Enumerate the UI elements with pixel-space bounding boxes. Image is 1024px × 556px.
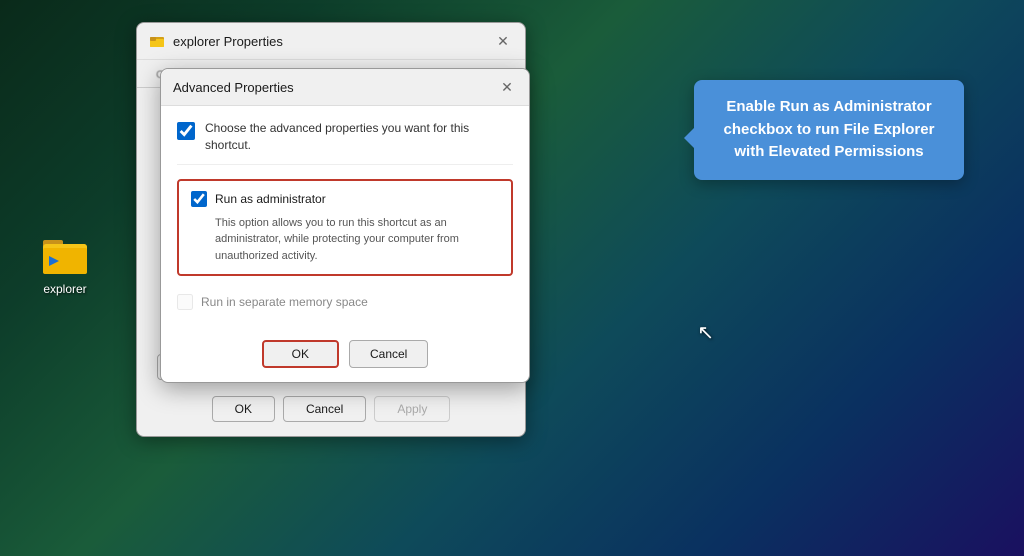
explorer-footer-buttons: OK Cancel Apply <box>137 386 525 436</box>
advanced-info-text: Choose the advanced properties you want … <box>205 120 513 154</box>
memory-space-checkbox[interactable] <box>177 294 193 310</box>
explorer-window-title: explorer Properties <box>173 34 485 49</box>
run-as-admin-box: Run as administrator This option allows … <box>177 179 513 277</box>
memory-space-label: Run in separate memory space <box>201 295 368 309</box>
advanced-ok-button[interactable]: OK <box>262 340 339 368</box>
run-as-admin-checkbox[interactable] <box>191 191 207 207</box>
memory-space-row: Run in separate memory space <box>177 290 513 314</box>
tooltip-callout: Enable Run as Administrator checkbox to … <box>694 80 964 180</box>
desktop-icon-label: explorer <box>43 282 86 296</box>
advanced-dialog-body: Choose the advanced properties you want … <box>161 106 529 328</box>
advanced-info-row: Choose the advanced properties you want … <box>177 120 513 165</box>
advanced-info-checkbox[interactable] <box>177 122 195 140</box>
explorer-cancel-button[interactable]: Cancel <box>283 396 366 422</box>
admin-checkbox-row: Run as administrator <box>191 191 499 207</box>
advanced-close-button[interactable]: ✕ <box>497 77 517 97</box>
desktop-icon-explorer[interactable]: explorer <box>30 230 100 296</box>
run-as-admin-description: This option allows you to run this short… <box>191 215 499 265</box>
explorer-title-bar: explorer Properties ✕ <box>137 23 525 60</box>
run-as-admin-label: Run as administrator <box>215 192 326 206</box>
tooltip-text: Enable Run as Administrator checkbox to … <box>724 98 935 160</box>
folder-icon <box>41 230 89 278</box>
explorer-ok-button[interactable]: OK <box>212 396 275 422</box>
advanced-footer: OK Cancel <box>161 328 529 382</box>
explorer-close-button[interactable]: ✕ <box>493 31 513 51</box>
advanced-dialog-title: Advanced Properties <box>173 80 497 95</box>
explorer-window-icon <box>149 33 165 49</box>
advanced-title-bar: Advanced Properties ✕ <box>161 69 529 106</box>
explorer-apply-button[interactable]: Apply <box>374 396 450 422</box>
advanced-properties-dialog: Advanced Properties ✕ Choose the advance… <box>160 68 530 383</box>
mouse-cursor: ↖ <box>697 320 714 345</box>
advanced-cancel-button[interactable]: Cancel <box>349 340 428 368</box>
